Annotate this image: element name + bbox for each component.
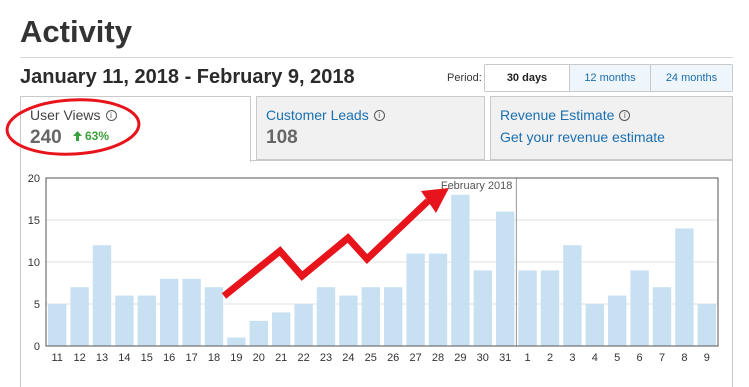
x-tick-label: 22 [297,352,309,364]
change-badge: 63% [73,129,109,143]
x-tick-label: 4 [592,352,598,364]
bar [630,270,649,346]
bar [406,253,425,346]
title-divider [20,57,733,58]
x-tick-label: 3 [569,352,575,364]
x-tick-label: 13 [96,352,108,364]
bar [70,287,89,346]
x-tick-label: 20 [253,352,265,364]
tab-customer-leads[interactable]: Customer Leads i 108 [256,96,485,160]
tab-label-row: Revenue Estimate i [500,107,631,123]
customer-leads-value: 108 [266,127,298,148]
bar [428,253,448,346]
page-title: Activity [20,14,132,49]
bar [204,287,224,346]
bar [540,270,560,346]
bar [496,211,515,346]
bar [608,295,627,346]
bar [451,194,470,346]
bar [697,304,716,346]
info-icon[interactable]: i [373,109,385,121]
chart-panel: 0 5 10 15 20 11 12 13 14 15 16 17 18 19 20 21 22 23 24 25 26… [20,160,733,387]
x-tick-label: 15 [141,352,153,364]
bar [92,245,112,346]
tab-label-row: User Views i [30,107,117,123]
bar [316,287,336,346]
x-tick-label: 31 [499,352,511,364]
bar [182,278,201,346]
bar [294,304,313,346]
arrow-up-icon [73,131,82,141]
x-tick-label: 19 [230,352,242,364]
tab-label-row: Customer Leads i [266,107,385,123]
tab-label: Customer Leads [266,107,369,123]
bar [272,312,291,346]
period-30-days-button[interactable]: 30 days [485,65,569,91]
revenue-estimate-link[interactable]: Get your revenue estimate [500,129,665,145]
x-tick-label: 6 [637,352,643,364]
bar [563,245,582,346]
period-12-months-button[interactable]: 12 months [569,65,650,91]
bar [473,270,492,346]
y-tick-label: 0 [34,341,40,353]
x-tick-label: 11 [51,352,62,364]
y-tick-label: 5 [34,299,40,311]
y-tick-label: 10 [28,257,40,269]
x-tick-label: 29 [454,352,466,364]
bar [675,228,694,346]
bar [518,270,537,346]
x-tick-label: 14 [118,352,130,364]
bar [339,295,358,346]
tab-label: User Views [30,107,101,123]
bar-chart: 0510152011 12 13 14 15 16 17 18 19 20 21 22 23 24 25 26… [28,173,719,364]
y-tick-label: 15 [28,215,40,227]
y-tick-label: 20 [28,173,40,185]
x-tick-label: 25 [365,352,377,364]
bar [227,337,246,346]
bar [137,295,156,346]
bar [249,320,268,346]
bar [115,295,134,346]
x-tick-label: 7 [659,352,665,364]
info-icon[interactable]: i [619,109,631,121]
bar [585,304,604,346]
tab-user-views[interactable]: User Views i 240 63% [20,96,251,162]
period-selector: 30 days 12 months 24 months [484,64,733,92]
x-tick-label: 28 [432,352,444,364]
month-annotation: February 2018 [441,180,513,192]
info-icon[interactable]: i [105,109,117,121]
x-tick-label: 16 [163,352,175,364]
x-tick-label: 30 [477,352,489,364]
bar [652,287,672,346]
x-tick-label: 23 [320,352,332,364]
x-tick-label: 2 [547,352,553,364]
x-tick-label: 8 [681,352,687,364]
x-tick-label: 21 [275,352,287,364]
bar [48,304,67,346]
date-range: January 11, 2018 - February 9, 2018 [20,66,355,88]
x-tick-label: 18 [208,352,220,364]
x-tick-label: 1 [525,352,531,364]
tab-revenue-estimate[interactable]: Revenue Estimate i Get your revenue esti… [490,96,733,160]
bar [384,287,403,346]
x-tick-label: 5 [614,352,620,364]
x-tick-label: 27 [409,352,421,364]
x-tick-label: 17 [185,352,197,364]
period-24-months-button[interactable]: 24 months [650,65,732,91]
period-label: Period: [447,72,482,84]
user-views-value: 240 [30,127,62,148]
x-tick-label: 24 [342,352,354,364]
x-tick-label: 12 [73,352,85,364]
bar [160,278,179,346]
x-tick-label: 9 [704,352,710,364]
x-tick-label: 26 [387,352,399,364]
change-percent: 63% [85,129,110,143]
tab-label: Revenue Estimate [500,107,615,123]
bar [361,287,380,346]
